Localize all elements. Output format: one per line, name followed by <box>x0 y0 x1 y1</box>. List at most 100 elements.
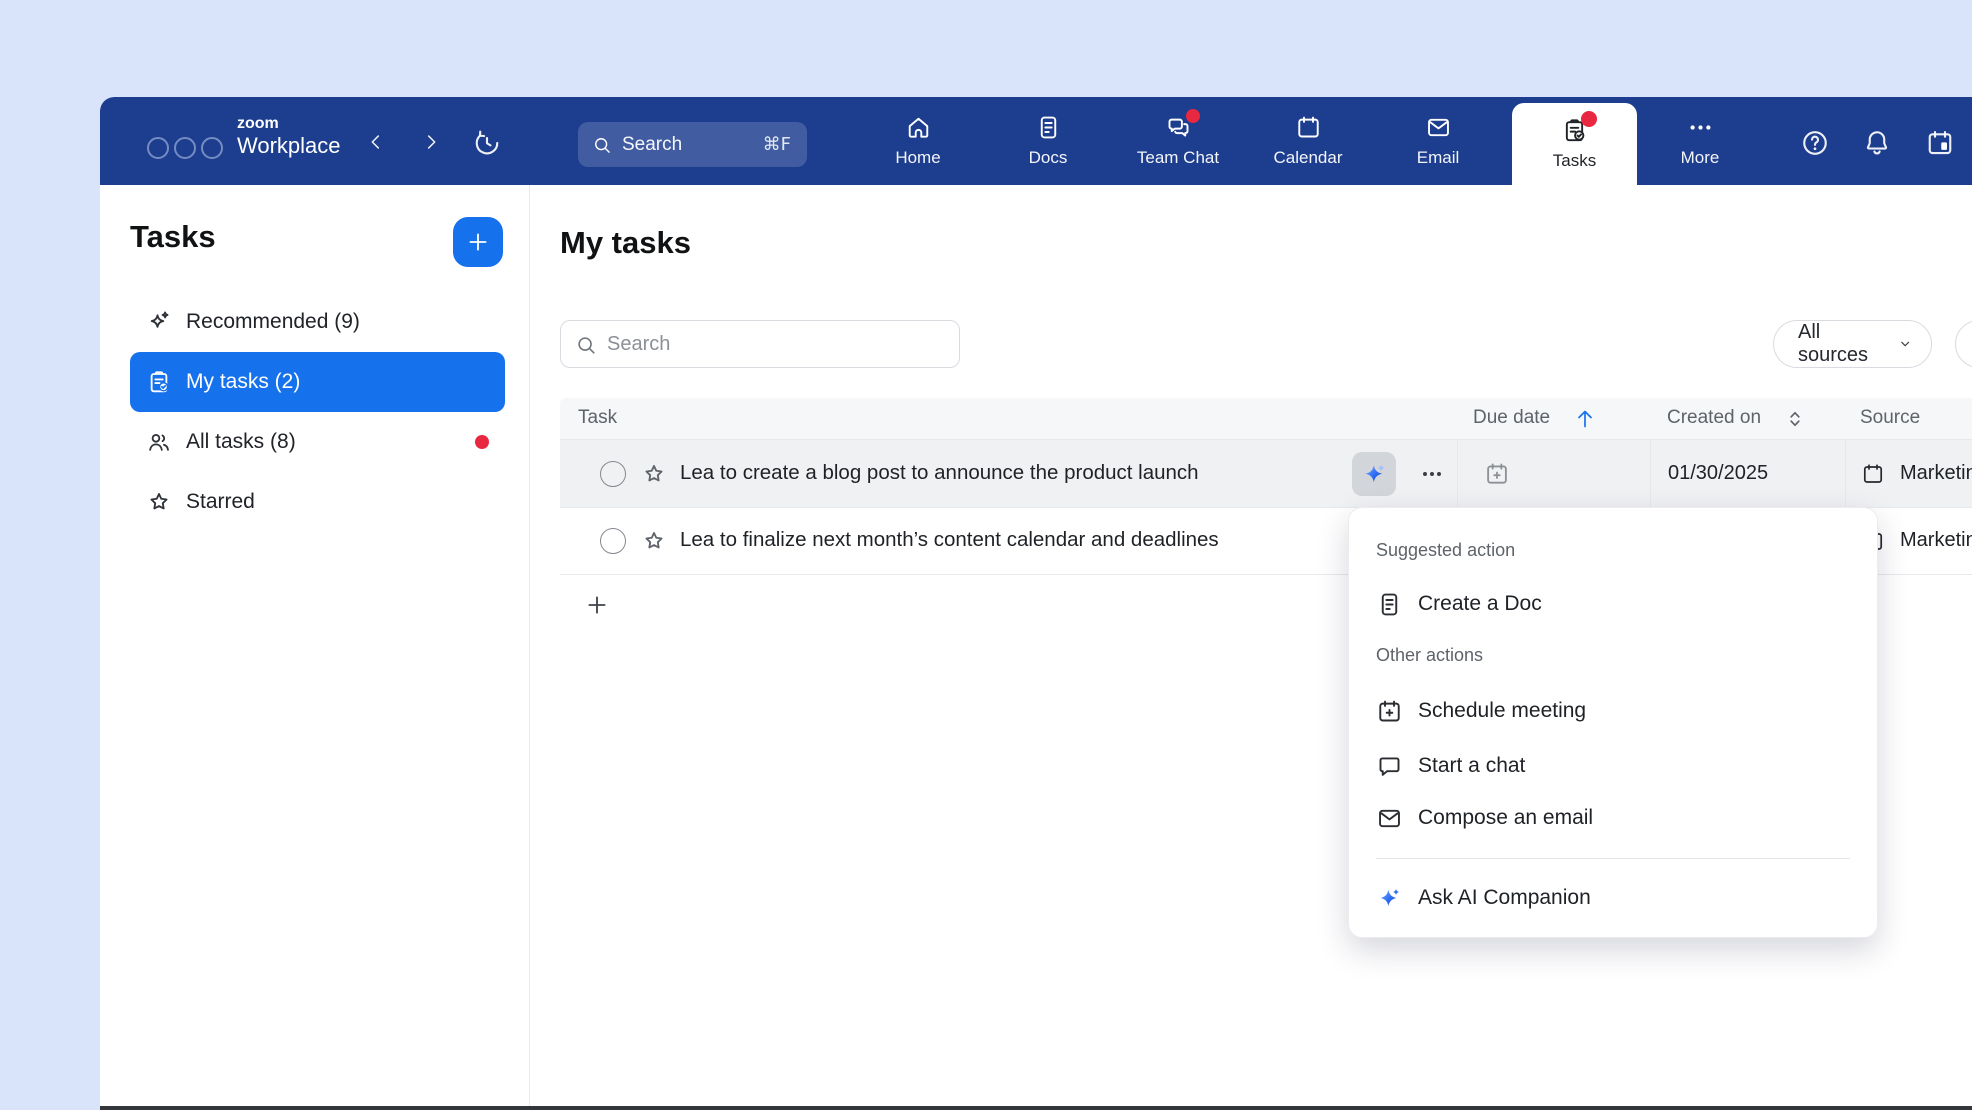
star-icon[interactable] <box>641 528 667 554</box>
sidebar-item-starred[interactable]: Starred <box>130 472 505 532</box>
forward-button[interactable] <box>419 130 443 154</box>
column-source: Source <box>1860 407 1920 429</box>
sort-toggle-icon[interactable] <box>1783 407 1807 431</box>
people-icon <box>146 429 172 455</box>
tab-docs[interactable]: Docs <box>983 97 1113 185</box>
tab-more[interactable]: More <box>1635 97 1765 185</box>
back-button[interactable] <box>364 130 388 154</box>
doc-icon <box>1376 591 1403 618</box>
menu-item-ask-ai-companion[interactable]: Ask AI Companion <box>1365 876 1861 920</box>
ai-sparkle-icon <box>1361 461 1388 488</box>
calendar-plus-icon <box>1484 461 1510 487</box>
more-actions-button[interactable] <box>1418 460 1454 488</box>
email-icon <box>1376 805 1403 832</box>
chevron-right-icon <box>420 131 442 153</box>
window-control-minimize[interactable] <box>174 137 196 159</box>
window-control-zoom[interactable] <box>201 137 223 159</box>
notifications-button[interactable] <box>1862 128 1892 158</box>
column-due-date: Due date <box>1473 407 1550 429</box>
all-tasks-notification-dot <box>475 435 489 449</box>
menu-item-schedule-meeting[interactable]: Schedule meeting <box>1365 689 1861 733</box>
task-title: Lea to finalize next month’s content cal… <box>680 528 1219 552</box>
navbar-search[interactable]: Search ⌘F <box>578 122 807 167</box>
column-divider <box>1650 440 1651 508</box>
main-content: My tasks All sources Task Due date Creat… <box>530 185 1972 1106</box>
column-created-on: Created on <box>1667 407 1761 429</box>
task-title: Lea to create a blog post to announce th… <box>680 461 1199 485</box>
sidebar-item-all-tasks[interactable]: All tasks (8) <box>130 412 505 472</box>
calendar-date-button[interactable] <box>1925 128 1955 158</box>
docs-icon <box>1035 114 1062 141</box>
history-icon <box>472 128 502 158</box>
window-controls <box>147 137 223 159</box>
navbar-search-placeholder: Search <box>622 134 753 156</box>
team-chat-notification-dot <box>1186 109 1200 123</box>
sidebar-item-label: Starred <box>186 490 255 514</box>
source-value: Marketing <box>1900 462 1972 485</box>
sidebar-item-recommended[interactable]: Recommended (9) <box>130 292 505 352</box>
ai-companion-action-button[interactable] <box>1352 452 1396 496</box>
home-icon <box>905 114 932 141</box>
tasks-notification-dot <box>1581 111 1597 127</box>
add-task-button[interactable] <box>453 217 503 267</box>
sort-ascending-icon[interactable] <box>1573 407 1597 431</box>
source-calendar-icon <box>1861 462 1885 486</box>
star-icon[interactable] <box>641 461 667 487</box>
column-divider <box>1845 440 1846 508</box>
sidebar-item-my-tasks[interactable]: My tasks (2) <box>130 352 505 412</box>
help-button[interactable] <box>1800 128 1830 158</box>
chevron-left-icon <box>365 131 387 153</box>
more-icon <box>1687 114 1714 141</box>
tab-email[interactable]: Email <box>1373 97 1503 185</box>
navbar-search-shortcut: ⌘F <box>763 134 791 155</box>
task-complete-checkbox[interactable] <box>600 461 626 487</box>
menu-divider <box>1376 858 1850 859</box>
menu-section-label: Other actions <box>1376 645 1483 666</box>
column-task: Task <box>578 407 617 429</box>
sidebar-title: Tasks <box>130 219 216 255</box>
window-control-close[interactable] <box>147 137 169 159</box>
sources-filter-label: All sources <box>1798 321 1887 367</box>
plus-icon <box>465 229 491 255</box>
zoom-workplace-logo: zoom Workplace <box>237 115 341 159</box>
star-icon <box>146 489 172 515</box>
calendar-icon <box>1295 114 1322 141</box>
source-value: Marketing <box>1900 529 1972 552</box>
sidebar-item-label: All tasks (8) <box>186 430 296 454</box>
add-due-date-button[interactable] <box>1484 461 1510 487</box>
sidebar-item-label: My tasks (2) <box>186 370 300 394</box>
calendar-date-icon <box>1925 128 1955 158</box>
tab-team-chat[interactable]: Team Chat <box>1113 97 1243 185</box>
chat-icon <box>1376 753 1403 780</box>
task-search-input[interactable] <box>561 321 959 367</box>
logo-workplace-text: Workplace <box>237 133 341 159</box>
task-search <box>560 320 960 368</box>
task-complete-checkbox[interactable] <box>600 528 626 554</box>
tab-home[interactable]: Home <box>853 97 983 185</box>
history-button[interactable] <box>472 128 502 158</box>
sparkle-icon <box>146 309 172 335</box>
calendar-plus-icon <box>1376 698 1403 725</box>
created-on-value: 01/30/2025 <box>1668 462 1768 485</box>
chevron-down-icon <box>1897 335 1913 353</box>
sidebar: Tasks Recommended (9) My tasks (2) <box>100 185 530 1106</box>
email-icon <box>1425 114 1452 141</box>
ellipsis-icon <box>1418 460 1446 488</box>
task-action-menu: Suggested action Create a Doc Other acti… <box>1348 507 1878 938</box>
secondary-filter[interactable] <box>1955 320 1972 368</box>
task-row[interactable]: Lea to create a blog post to announce th… <box>560 440 1972 508</box>
menu-item-create-doc[interactable]: Create a Doc <box>1365 582 1861 626</box>
plus-icon <box>584 592 610 618</box>
menu-item-start-chat[interactable]: Start a chat <box>1365 744 1861 788</box>
tab-calendar[interactable]: Calendar <box>1243 97 1373 185</box>
bell-icon <box>1862 128 1892 158</box>
ai-sparkle-icon <box>1376 885 1403 912</box>
my-tasks-icon <box>146 369 172 395</box>
menu-section-label: Suggested action <box>1376 540 1515 561</box>
tab-tasks[interactable]: Tasks <box>1512 103 1637 185</box>
search-icon <box>592 135 612 155</box>
sources-filter[interactable]: All sources <box>1773 320 1932 368</box>
sidebar-item-label: Recommended (9) <box>186 310 360 334</box>
menu-item-compose-email[interactable]: Compose an email <box>1365 796 1861 840</box>
help-icon <box>1800 128 1830 158</box>
